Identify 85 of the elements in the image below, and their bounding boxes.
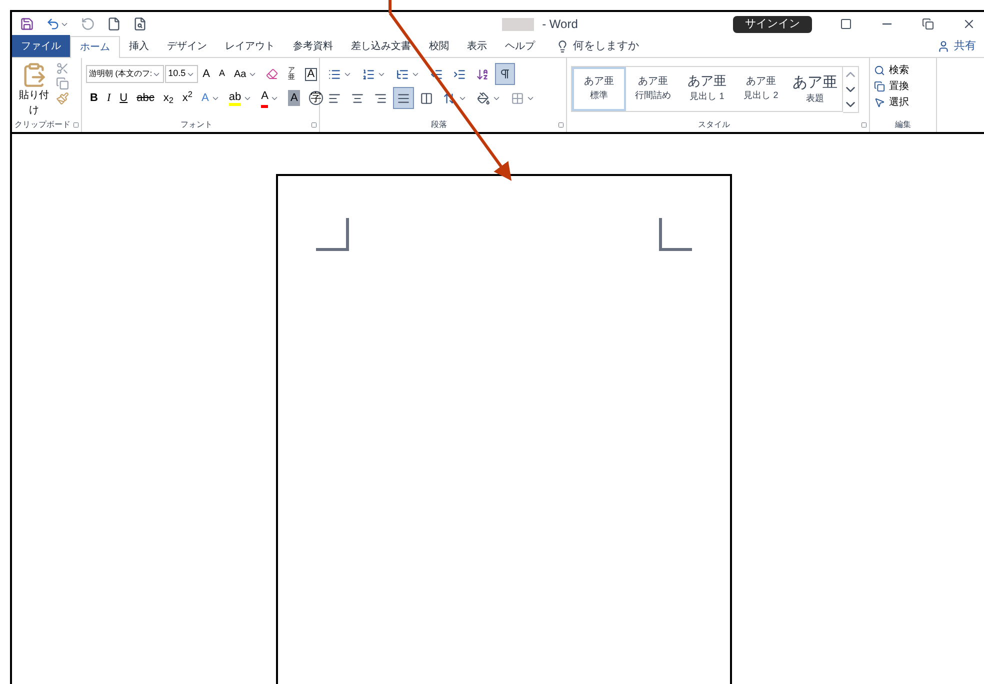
- align-button[interactable]: [393, 87, 414, 109]
- paintbrush-icon: [56, 92, 69, 105]
- character-border-button[interactable]: A: [301, 63, 321, 85]
- font-name-field[interactable]: 游明朝 (本文のフ:: [86, 65, 164, 83]
- editing-button[interactable]: 選択: [874, 94, 932, 110]
- font-effect-button[interactable]: A: [198, 87, 224, 109]
- font-effect-button[interactable]: 字: [304, 87, 327, 109]
- group-label: クリップボード: [14, 121, 71, 129]
- margin-corner-mark: [659, 218, 692, 251]
- redacted-block: [502, 18, 534, 30]
- format-button[interactable]: x$_{2}$: [159, 87, 178, 109]
- eraser-icon: [266, 68, 278, 80]
- font-size-field[interactable]: 10.5: [165, 65, 198, 83]
- multilevel-list-icon: [396, 68, 409, 80]
- paint-bucket-icon: [477, 92, 490, 104]
- tell-me-field[interactable]: 何をしますか: [573, 38, 639, 54]
- search-icon: [874, 64, 885, 76]
- align-icon: [374, 92, 387, 104]
- dialog-launcher-icon[interactable]: [861, 122, 867, 128]
- restore-icon: [922, 18, 934, 30]
- align-icon: [420, 92, 433, 104]
- increase-indent-icon: [453, 68, 466, 80]
- dialog-launcher-icon[interactable]: [73, 122, 79, 128]
- dialog-launcher-icon[interactable]: [311, 122, 317, 128]
- ribbon-tab[interactable]: 挿入: [120, 35, 158, 57]
- align-icon: [328, 92, 341, 104]
- borders-icon: [511, 92, 524, 104]
- style-item[interactable]: あア亜 見出し 2: [734, 67, 788, 111]
- grow-font-button[interactable]: A: [198, 63, 214, 85]
- editing-button[interactable]: 置換: [874, 78, 932, 94]
- font-effect-button[interactable]: A: [284, 87, 304, 109]
- paste-button[interactable]: 貼り付け: [16, 62, 52, 118]
- style-item[interactable]: あア亜 表題: [788, 67, 842, 111]
- ribbon-display-icon: [840, 18, 852, 30]
- ribbon-tab[interactable]: ホーム: [70, 36, 120, 58]
- align-icon: [397, 92, 410, 104]
- format-button[interactable]: U: [116, 87, 132, 109]
- format-button[interactable]: abc: [132, 87, 158, 109]
- new-document-icon: [107, 17, 121, 31]
- style-item[interactable]: あア亜 標準: [572, 67, 626, 111]
- dialog-launcher-icon[interactable]: [558, 122, 564, 128]
- close-icon: [962, 17, 976, 31]
- ribbon-tab[interactable]: 差し込み文書: [342, 35, 420, 57]
- bullet-list-icon: [328, 68, 341, 80]
- numbered-list-icon: [362, 68, 375, 80]
- ribbon-tab[interactable]: デザイン: [158, 35, 216, 57]
- copy-icon: [56, 77, 69, 90]
- pointer-icon: [874, 96, 885, 108]
- person-icon: [937, 40, 950, 52]
- font-effect-button[interactable]: ab: [224, 87, 256, 109]
- show-marks-button[interactable]: [495, 63, 515, 85]
- ribbon-tab[interactable]: ヘルプ: [496, 35, 544, 57]
- sign-in-button[interactable]: サインイン: [733, 16, 812, 32]
- print-preview-icon: [133, 17, 147, 31]
- share-button[interactable]: 共有: [937, 35, 984, 57]
- window-title: - Word: [542, 16, 578, 33]
- redo-icon: [81, 17, 95, 31]
- change-case-button[interactable]: Aa: [230, 63, 262, 85]
- ribbon-tab[interactable]: 表示: [458, 35, 496, 57]
- undo-icon: [46, 17, 60, 31]
- lightbulb-icon: [556, 40, 569, 52]
- format-button[interactable]: x$^{2}$: [178, 87, 197, 109]
- align-icon: [351, 92, 364, 104]
- format-button[interactable]: B: [86, 87, 102, 109]
- shrink-font-button[interactable]: A: [214, 63, 229, 85]
- font-effect-button[interactable]: A: [257, 87, 284, 109]
- style-item[interactable]: あア亜 見出し 1: [680, 67, 734, 111]
- group-label: 段落: [430, 121, 448, 129]
- decrease-indent-icon: [430, 68, 443, 80]
- margin-corner-mark: [316, 218, 349, 251]
- scissors-icon: [56, 62, 69, 75]
- save-icon: [20, 17, 34, 31]
- ribbon-tab[interactable]: 参考資料: [284, 35, 342, 57]
- file-tab[interactable]: ファイル: [12, 35, 70, 57]
- format-button[interactable]: I: [102, 87, 115, 109]
- sort-icon: [476, 68, 489, 80]
- group-label: フォント: [180, 121, 214, 129]
- group-label: 編集: [894, 121, 912, 129]
- line-spacing-icon: [443, 92, 456, 104]
- group-label: スタイル: [697, 121, 731, 129]
- style-item[interactable]: あア亜 行間詰め: [626, 67, 680, 111]
- ribbon-tab[interactable]: レイアウト: [216, 35, 284, 57]
- ribbon-tab[interactable]: 校閲: [420, 35, 458, 57]
- editing-button[interactable]: 検索: [874, 62, 932, 78]
- pilcrow-icon: [499, 68, 511, 80]
